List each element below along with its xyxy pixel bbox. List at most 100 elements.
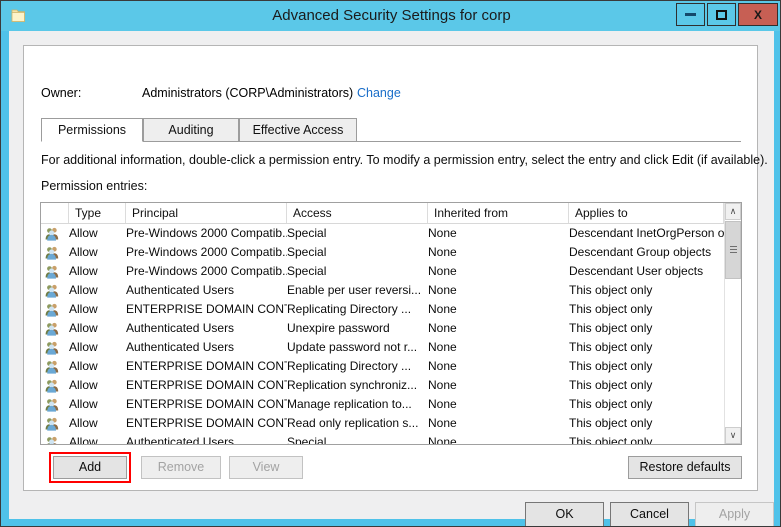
dialog-client-area: Owner: Administrators (CORP\Administrato… <box>9 31 774 526</box>
list-header-row: Type Principal Access Inherited from App… <box>41 203 741 224</box>
table-row[interactable]: Allow Pre-Windows 2000 Compatib... Special… <box>41 243 741 262</box>
column-header-type[interactable]: Type <box>69 203 126 223</box>
cell-applies-to: This object only <box>569 302 653 316</box>
settings-panel: Owner: Administrators (CORP\Administrato… <box>23 45 768 491</box>
owner-label: Owner: <box>41 86 82 100</box>
cell-applies-to: Descendant User objects <box>569 264 704 278</box>
cell-access: Special <box>287 264 327 278</box>
cell-inherited-from: None <box>428 321 457 335</box>
tab-permissions[interactable]: Permissions <box>41 118 143 142</box>
column-header-applies-to[interactable]: Applies to <box>569 203 724 223</box>
users-group-icon <box>45 436 60 444</box>
cell-applies-to: This object only <box>569 359 653 373</box>
cell-type: Allow <box>69 245 98 259</box>
cell-access: Special <box>287 435 327 444</box>
users-group-icon <box>45 398 60 412</box>
maximize-button[interactable] <box>707 3 736 26</box>
table-row[interactable]: Allow Authenticated Users Update password … <box>41 338 741 357</box>
cell-access: Read only replication s... <box>287 416 419 430</box>
cell-principal: Pre-Windows 2000 Compatib... <box>126 245 287 259</box>
cell-type: Allow <box>69 340 98 354</box>
table-row[interactable]: Allow Authenticated Users Special None This … <box>41 433 741 444</box>
view-button[interactable]: View <box>229 456 303 479</box>
cell-principal: Pre-Windows 2000 Compatib... <box>126 226 287 240</box>
owner-value: Administrators (CORP\Administrators) <box>142 86 354 100</box>
cell-principal: ENTERPRISE DOMAIN CONT... <box>126 397 287 411</box>
cell-applies-to: This object only <box>569 416 653 430</box>
cell-applies-to: Descendant Group objects <box>569 245 712 259</box>
cell-inherited-from: None <box>428 245 457 259</box>
table-row[interactable]: Allow Pre-Windows 2000 Compatib... Special… <box>41 224 741 243</box>
column-header-icon[interactable] <box>41 203 69 223</box>
table-row[interactable]: Allow Pre-Windows 2000 Compatib... Special… <box>41 262 741 281</box>
list-vertical-scrollbar[interactable]: ∧ ∨ <box>724 203 741 444</box>
users-group-icon <box>45 360 60 374</box>
scrollbar-thumb[interactable] <box>725 221 741 279</box>
cell-principal: ENTERPRISE DOMAIN CONT... <box>126 302 287 316</box>
chevron-up-icon: ∧ <box>729 206 737 216</box>
window-title: Advanced Security Settings for corp <box>272 7 511 24</box>
minimize-button[interactable] <box>676 3 705 26</box>
window-controls: X <box>674 3 778 26</box>
cell-inherited-from: None <box>428 226 457 240</box>
tab-effective-access[interactable]: Effective Access <box>239 118 357 142</box>
users-group-icon <box>45 284 60 298</box>
change-owner-link[interactable]: Change <box>357 86 401 100</box>
cell-type: Allow <box>69 226 98 240</box>
cell-applies-to: This object only <box>569 397 653 411</box>
ok-button[interactable]: OK <box>525 502 604 526</box>
remove-button[interactable]: Remove <box>141 456 221 479</box>
cell-access: Special <box>287 245 327 259</box>
table-row[interactable]: Allow ENTERPRISE DOMAIN CONT... Read only … <box>41 414 741 433</box>
cell-type: Allow <box>69 283 98 297</box>
cell-access: Replicating Directory ... <box>287 302 412 316</box>
restore-defaults-button[interactable]: Restore defaults <box>628 456 742 479</box>
column-header-inherited-from[interactable]: Inherited from <box>428 203 569 223</box>
users-group-icon <box>45 341 60 355</box>
cell-principal: Authenticated Users <box>126 321 235 335</box>
table-row[interactable]: Allow ENTERPRISE DOMAIN CONT... Replicatio… <box>41 376 741 395</box>
add-button[interactable]: Add <box>53 456 127 479</box>
tab-auditing[interactable]: Auditing <box>143 118 239 142</box>
scroll-up-button[interactable]: ∧ <box>725 203 741 220</box>
table-row[interactable]: Allow Authenticated Users Enable per user … <box>41 281 741 300</box>
cell-principal: ENTERPRISE DOMAIN CONT... <box>126 359 287 373</box>
close-button[interactable]: X <box>738 3 778 26</box>
cell-inherited-from: None <box>428 302 457 316</box>
cell-inherited-from: None <box>428 397 457 411</box>
maximize-icon <box>716 9 727 20</box>
users-group-icon <box>45 227 60 241</box>
title-bar: Advanced Security Settings for corp X <box>1 1 780 31</box>
permission-entries-list[interactable]: Type Principal Access Inherited from App… <box>40 202 742 445</box>
cell-access: Replication synchroniz... <box>287 378 418 392</box>
cell-inherited-from: None <box>428 264 457 278</box>
scroll-down-button[interactable]: ∨ <box>725 427 741 444</box>
column-header-access[interactable]: Access <box>287 203 428 223</box>
cell-applies-to: This object only <box>569 283 653 297</box>
cell-principal: Authenticated Users <box>126 340 235 354</box>
users-group-icon <box>45 246 60 260</box>
users-group-icon <box>45 265 60 279</box>
cell-principal: ENTERPRISE DOMAIN CONT... <box>126 416 287 430</box>
cell-access: Update password not r... <box>287 340 418 354</box>
list-body: Allow Pre-Windows 2000 Compatib... Special… <box>41 224 741 444</box>
cell-inherited-from: None <box>428 283 457 297</box>
cell-inherited-from: None <box>428 435 457 444</box>
cell-principal: Authenticated Users <box>126 283 235 297</box>
cell-inherited-from: None <box>428 416 457 430</box>
table-row[interactable]: Allow ENTERPRISE DOMAIN CONT... Manage rep… <box>41 395 741 414</box>
cell-type: Allow <box>69 397 98 411</box>
cancel-button[interactable]: Cancel <box>610 502 689 526</box>
cell-access: Unexpire password <box>287 321 390 335</box>
column-header-principal[interactable]: Principal <box>126 203 287 223</box>
users-group-icon <box>45 303 60 317</box>
cell-applies-to: This object only <box>569 340 653 354</box>
table-row[interactable]: Allow Authenticated Users Unexpire passwor… <box>41 319 741 338</box>
cell-type: Allow <box>69 378 98 392</box>
minimize-icon <box>685 13 696 16</box>
table-row[interactable]: Allow ENTERPRISE DOMAIN CONT... Replicatin… <box>41 300 741 319</box>
table-row[interactable]: Allow ENTERPRISE DOMAIN CONT... Replicatin… <box>41 357 741 376</box>
cell-applies-to: This object only <box>569 435 653 444</box>
apply-button[interactable]: Apply <box>695 502 774 526</box>
cell-applies-to: This object only <box>569 321 653 335</box>
